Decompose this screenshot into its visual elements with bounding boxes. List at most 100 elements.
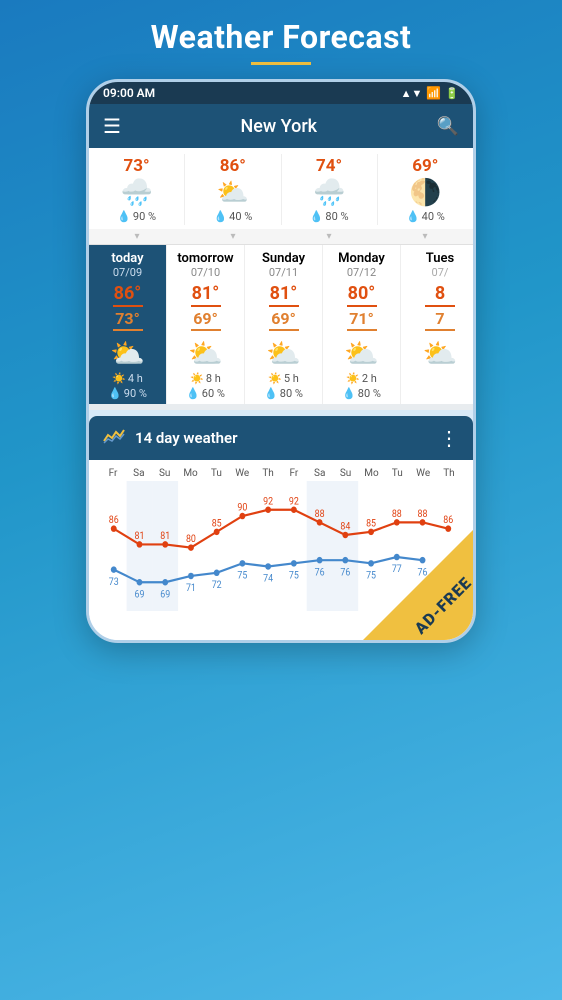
day-weather-icon: ⛅ — [266, 337, 301, 370]
search-icon[interactable]: 🔍 — [437, 116, 459, 137]
svg-text:76: 76 — [340, 567, 350, 579]
day-rain: 💧90 % — [108, 387, 147, 400]
chart-day-label: Fr — [282, 468, 306, 479]
day-high: 81° — [192, 283, 220, 304]
daily-section: today 07/09 86° 73° ⛅ ☀️4 h 💧90 % tomorr… — [89, 245, 473, 404]
title-underline — [251, 62, 311, 65]
day-label: Monday — [334, 245, 389, 266]
hourly-cell: 73° 🌧️ 💧90 % — [89, 154, 185, 225]
hourly-temp: 74° — [316, 156, 342, 176]
sun-icon: ☀️ — [112, 372, 126, 385]
day-sun: ☀️4 h — [112, 372, 143, 385]
chart-day-label: Mo — [179, 468, 203, 479]
page-title: Weather Forecast — [151, 18, 412, 56]
menu-icon[interactable]: ☰ — [103, 114, 121, 138]
chart-area: 8681818085909292888485888886736969717275… — [99, 481, 463, 611]
svg-text:90: 90 — [237, 502, 247, 514]
hourly-weather-icon: 🌗 — [409, 178, 441, 208]
fourteen-day-section: 14 day weather ⋮ FrSaSuMoTuWeThFrSaSuMoT… — [89, 416, 473, 640]
hourly-temp: 73° — [124, 156, 150, 176]
sun-icon: ☀️ — [268, 372, 282, 385]
day-date: 07/09 — [113, 266, 142, 283]
svg-text:88: 88 — [392, 509, 402, 521]
chart-day-label: Fr — [101, 468, 125, 479]
arrow-cell: ▾ — [89, 229, 185, 244]
signal-icon: ▲▼ — [401, 87, 423, 100]
svg-text:75: 75 — [237, 570, 247, 582]
hourly-temp: 86° — [220, 156, 246, 176]
svg-text:85: 85 — [366, 518, 376, 530]
chart-day-label: Su — [153, 468, 177, 479]
today-col: today 07/09 86° 73° ⛅ ☀️4 h 💧90 % — [89, 245, 167, 404]
svg-text:77: 77 — [392, 564, 402, 576]
day-low: 73° — [115, 309, 140, 328]
fourteen-more-icon[interactable]: ⋮ — [439, 426, 459, 450]
sun-icon: ☀️ — [346, 372, 360, 385]
day-sun: ☀️2 h — [346, 372, 377, 385]
day-col: Monday 07/12 80° 71° ⛅ ☀️2 h 💧80 % — [323, 245, 401, 404]
day-col: Tues 07/ 8 7 ⛅ — [401, 245, 473, 404]
day-col: Sunday 07/11 81° 69° ⛅ ☀️5 h 💧80 % — [245, 245, 323, 404]
svg-text:75: 75 — [366, 570, 376, 582]
day-sun: ☀️5 h — [268, 372, 299, 385]
rain-icon: 💧 — [342, 387, 356, 400]
svg-text:76: 76 — [315, 567, 325, 579]
svg-text:76: 76 — [418, 567, 428, 579]
hourly-temp: 69° — [412, 156, 438, 176]
chart-day-label: Su — [334, 468, 358, 479]
rain-drop-icon: 💧 — [213, 210, 227, 223]
day-sun: ☀️8 h — [190, 372, 221, 385]
svg-text:80: 80 — [186, 534, 196, 546]
hourly-rain: 💧80 % — [310, 210, 349, 223]
day-low: 71° — [349, 309, 374, 328]
city-label: New York — [133, 116, 425, 137]
chart-day-label: Th — [256, 468, 280, 479]
day-high: 86° — [114, 283, 142, 304]
arrow-cell: ▾ — [185, 229, 281, 244]
sun-icon: ☀️ — [190, 372, 204, 385]
day-label: Sunday — [258, 245, 309, 266]
hourly-cell: 86° ⛅ 💧40 % — [185, 154, 281, 225]
svg-text:86: 86 — [443, 515, 453, 527]
svg-text:69: 69 — [135, 589, 145, 601]
hourly-weather-icon: ⛅ — [217, 178, 249, 208]
status-bar: 09:00 AM ▲▼ 📶 🔋 — [89, 82, 473, 104]
svg-text:74: 74 — [263, 573, 274, 585]
rain-drop-icon: 💧 — [117, 210, 131, 223]
svg-text:88: 88 — [315, 509, 325, 521]
day-high: 8 — [435, 283, 445, 304]
day-label: Tues — [422, 245, 458, 266]
rain-drop-icon: 💧 — [310, 210, 324, 223]
rain-icon: 💧 — [264, 387, 278, 400]
hourly-weather-icon: 🌧️ — [120, 178, 152, 208]
toolbar: ☰ New York 🔍 — [89, 104, 473, 148]
day-high: 80° — [348, 283, 376, 304]
day-date: 07/12 — [347, 266, 376, 283]
hourly-cell: 74° 🌧️ 💧80 % — [282, 154, 378, 225]
day-date: 07/11 — [269, 266, 298, 283]
svg-text:81: 81 — [160, 531, 170, 543]
chart-day-label: Th — [437, 468, 461, 479]
wifi-icon: 📶 — [426, 86, 441, 100]
svg-text:92: 92 — [263, 496, 273, 508]
chart-day-label: Tu — [385, 468, 409, 479]
hourly-cell: 69° 🌗 💧40 % — [378, 154, 473, 225]
hourly-rain: 💧40 % — [213, 210, 252, 223]
day-col: tomorrow 07/10 81° 69° ⛅ ☀️8 h 💧60 % — [167, 245, 245, 404]
day-low: 69° — [271, 309, 296, 328]
fourteen-header: 14 day weather ⋮ — [89, 416, 473, 460]
day-rain: 💧80 % — [342, 387, 381, 400]
svg-text:84: 84 — [340, 521, 351, 533]
hourly-section: 73° 🌧️ 💧90 % 86° ⛅ 💧40 % 74° 🌧️ 💧80 % 69… — [89, 148, 473, 229]
chart-day-label: Tu — [204, 468, 228, 479]
fourteen-chart-icon — [103, 427, 125, 450]
svg-text:92: 92 — [289, 496, 299, 508]
status-icons: ▲▼ 📶 🔋 — [401, 86, 459, 100]
hourly-rain: 💧40 % — [406, 210, 445, 223]
chart-days-row: FrSaSuMoTuWeThFrSaSuMoTuWeTh — [99, 468, 463, 479]
day-high: 81° — [270, 283, 298, 304]
day-low: 69° — [193, 309, 218, 328]
hourly-row: 73° 🌧️ 💧90 % 86° ⛅ 💧40 % 74° 🌧️ 💧80 % 69… — [89, 154, 473, 225]
daily-row: today 07/09 86° 73° ⛅ ☀️4 h 💧90 % tomorr… — [89, 245, 473, 404]
svg-text:69: 69 — [160, 589, 170, 601]
